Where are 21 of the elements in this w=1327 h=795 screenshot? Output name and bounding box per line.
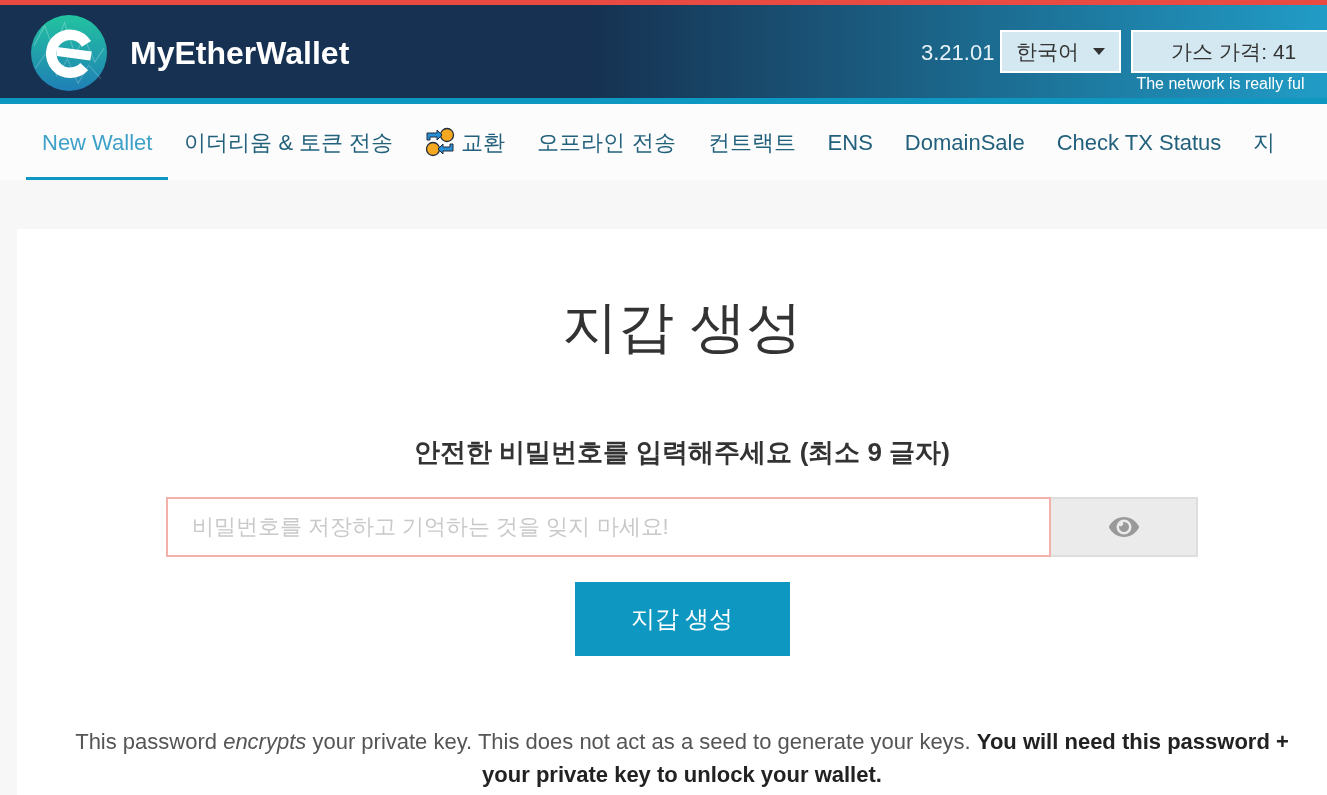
nav-tab[interactable]: 지	[1237, 104, 1292, 180]
create-wallet-button[interactable]: 지갑 생성	[574, 582, 790, 657]
nav-tab[interactable]: DomainSale	[888, 104, 1041, 180]
nav-tab[interactable]: 컨트랙트	[691, 104, 812, 180]
page-title: 지갑 생성	[562, 295, 802, 360]
nav-tab[interactable]: 이더리움 & 토큰 전송	[168, 104, 410, 180]
nav-tab[interactable]: ENS	[811, 104, 889, 180]
caret-icon	[1093, 48, 1106, 55]
gas-price-button[interactable]: 가스 가격: 41	[1131, 30, 1327, 73]
password-prompt: 안전한 비밀번호를 입력해주세요 (최소 9 글자)	[414, 437, 950, 469]
brand-name: MyEtherWallet	[130, 34, 350, 73]
language-dropdown[interactable]: 한국어	[1000, 30, 1122, 73]
network-notice: The network is really ful	[1136, 74, 1305, 94]
nav-tab[interactable]: Check TX Status	[1040, 104, 1238, 180]
password-note: This password encrypts your private key. This does not act as a seed to generate your keys. You will need this password + your private key to unlock your wallet.	[74, 728, 1290, 790]
logo-icon	[31, 15, 107, 91]
nav-tab[interactable]: 오프라인 전송	[521, 104, 692, 180]
exchange-icon	[425, 127, 456, 157]
nav-tab[interactable]: 교환	[409, 104, 522, 180]
show-password-button[interactable]	[1051, 497, 1198, 558]
version-label: 3.21.01	[921, 39, 995, 67]
